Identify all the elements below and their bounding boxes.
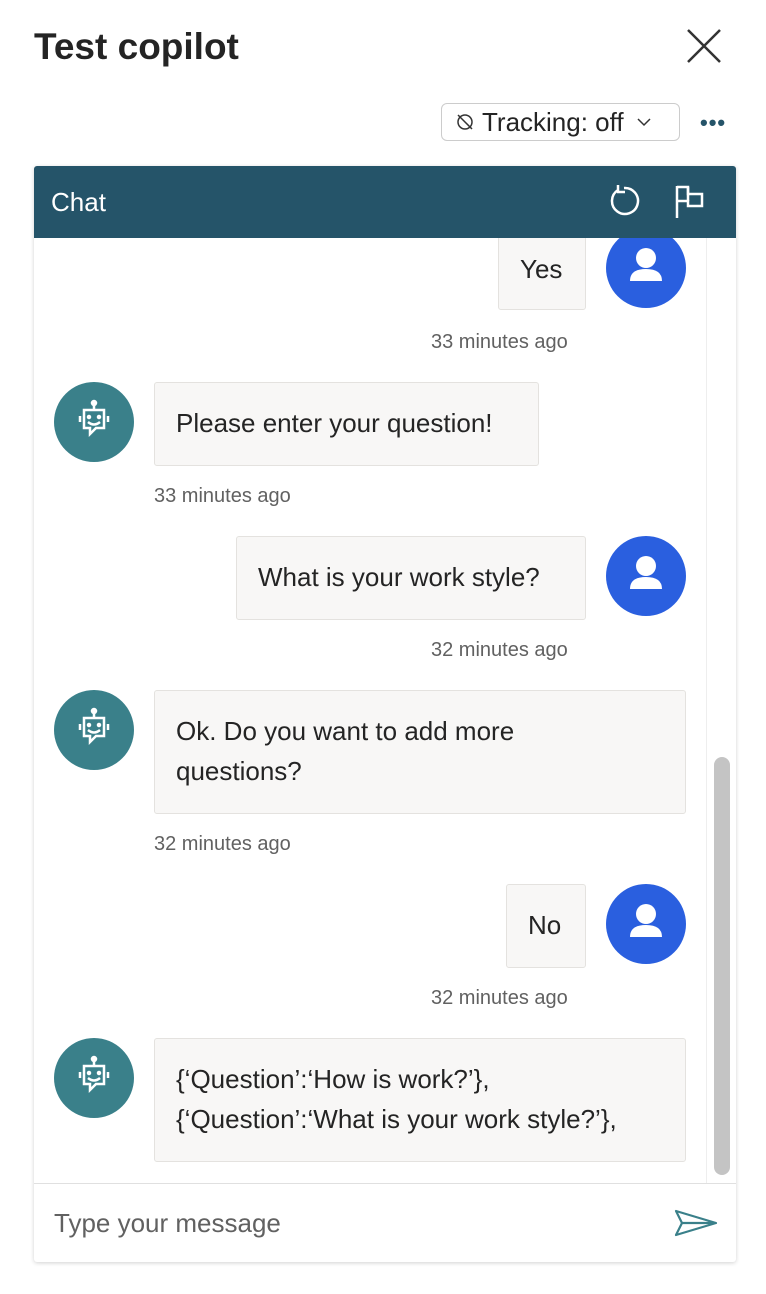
chat-title: Chat [51,186,106,217]
bot-icon [78,399,110,438]
tracking-dropdown[interactable]: Tracking: off [441,103,680,141]
user-avatar [606,884,686,964]
bot-icon [78,707,110,746]
bot-message: Ok. Do you want to add more questions? [154,690,686,814]
bot-avatar [54,690,134,770]
person-icon [630,248,662,281]
bot-message: Please enter your question! [154,382,539,466]
timestamp: 33 minutes ago [431,331,568,353]
bot-avatar [54,382,134,462]
scrollbar-thumb[interactable] [714,757,730,1175]
chat-panel: Chat Yes 33 minutes ago Please enter you… [34,166,736,1262]
message-input[interactable] [54,1207,654,1239]
timestamp: 32 minutes ago [154,833,291,855]
close-icon[interactable] [684,26,724,66]
send-icon[interactable] [674,1208,718,1238]
timestamp: 33 minutes ago [154,485,291,507]
page-title: Test copilot [34,26,239,67]
tracking-off-icon [457,114,473,130]
person-icon [630,904,662,937]
flag-icon[interactable] [674,184,706,220]
bot-avatar [54,1038,134,1118]
timestamp: 32 minutes ago [431,639,568,661]
message-input-bar [34,1183,736,1262]
user-message: What is your work style? [236,536,586,620]
chevron-down-icon [637,118,651,127]
restart-icon[interactable] [606,184,642,220]
tracking-label: Tracking: off [482,106,624,137]
person-icon [630,556,662,589]
bot-icon [78,1055,110,1094]
timestamp: 32 minutes ago [431,987,568,1009]
message-list: Yes 33 minutes ago Please enter your que… [34,238,736,1183]
user-avatar [606,536,686,616]
user-message: Yes [498,238,586,310]
scrollbar-track [706,238,707,1183]
more-options-button[interactable]: ••• [700,110,726,136]
chat-header: Chat [34,166,736,238]
user-message: No [506,884,586,968]
bot-message: {‘Question’:‘How is work?’}, {‘Question’… [154,1038,686,1162]
user-avatar [606,238,686,308]
